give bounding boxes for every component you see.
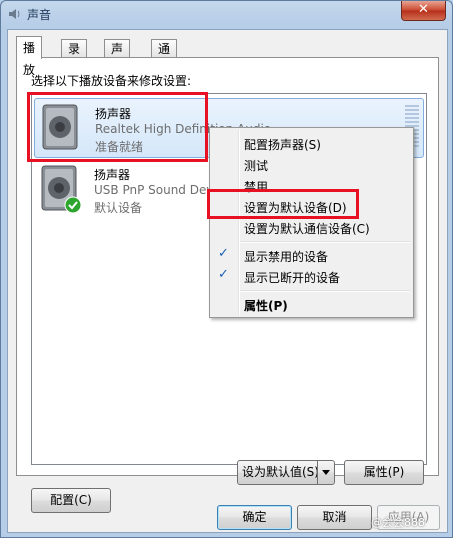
default-check-icon [64,196,82,214]
menu-item-show-disconnected[interactable]: 显示已断开的设备 [244,269,340,286]
menu-separator [240,290,410,292]
watermark-text: @会会888 [371,516,425,529]
menu-separator [240,241,410,243]
properties-button[interactable]: 属性(P) [344,460,424,485]
set-default-label: 设为默认值(S) [242,465,319,479]
window-title: 声音 [27,8,52,22]
speaker-icon [9,9,20,19]
cancel-button[interactable]: 取消 [297,505,372,530]
menu-item-show-disabled[interactable]: 显示禁用的设备 [244,248,328,265]
tab-communications[interactable]: 通信 [151,39,178,74]
title-bar[interactable]: 声音 ✕ [1,1,452,27]
tab-recording[interactable]: 录制 [61,39,88,74]
chevron-down-icon[interactable] [317,461,334,484]
highlight-box-device [27,92,208,162]
tab-playback[interactable]: 播放 [16,36,43,77]
configure-button[interactable]: 配置(C) [31,488,111,513]
menu-item-properties[interactable]: 属性(P) [244,297,288,314]
highlight-box-menu-item [207,189,359,219]
close-button[interactable]: ✕ [401,1,446,21]
menu-item-test[interactable]: 测试 [244,157,268,174]
set-default-split-button[interactable]: 设为默认值(S) [237,460,335,485]
instructions-label: 选择以下播放设备来修改设置: [31,74,192,88]
context-menu: 配置扬声器(S) 测试 禁用 设置为默认设备(D) 设置为默认通信设备(C) ✓… [209,127,414,318]
device-status: 默认设备 [94,201,143,215]
check-icon: ✓ [218,246,229,261]
tab-sounds[interactable]: 声音 [104,39,131,74]
ok-button[interactable]: 确定 [217,505,292,530]
menu-item-configure-speakers[interactable]: 配置扬声器(S) [244,136,321,153]
device-name: 扬声器 [94,168,131,182]
check-icon: ✓ [218,267,229,282]
menu-item-set-default-comm-device[interactable]: 设置为默认通信设备(C) [244,220,370,237]
sound-dialog: 声音 ✕ 播放 录制 声音 通信 选择以下播放设备来修改设置: 扬声器 [0,0,453,538]
